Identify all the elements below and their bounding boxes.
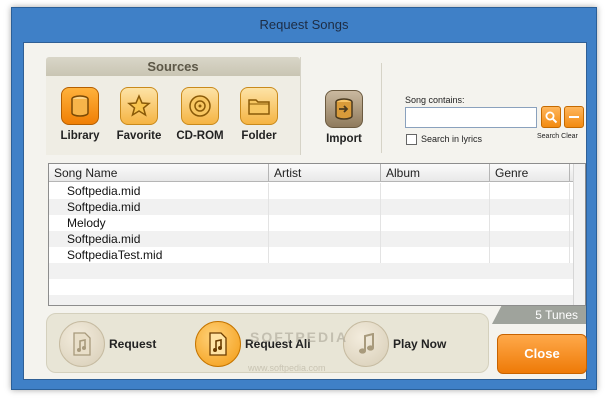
search-button[interactable] [541, 106, 561, 128]
source-folder-button[interactable]: Folder [232, 87, 286, 142]
close-button[interactable]: Close [497, 334, 587, 374]
source-library-button[interactable]: Library [53, 87, 107, 142]
table-row-empty [49, 263, 585, 279]
cell-genre [490, 247, 570, 263]
cell-album [381, 199, 490, 215]
cell-artist [269, 183, 381, 199]
cell-artist [269, 215, 381, 231]
table-row[interactable]: SoftpediaTest.mid [49, 247, 585, 263]
source-favorite-label: Favorite [116, 130, 162, 142]
cell-album [381, 215, 490, 231]
source-cdrom-button[interactable]: CD-ROM [173, 87, 227, 142]
cell-song-name: Softpedia.mid [49, 183, 269, 199]
source-favorite-button[interactable]: Favorite [112, 87, 166, 142]
song-search-input[interactable] [405, 107, 537, 128]
table-scrollbar[interactable] [573, 164, 585, 305]
table-row-empty [49, 279, 585, 295]
sources-body: Library Favorite CD-ROM Folder [46, 76, 300, 155]
cell-artist [269, 231, 381, 247]
import-button[interactable]: Import [314, 90, 374, 145]
search-label: Search [537, 133, 560, 140]
sources-panel: Sources Library Favorite CD-ROM Folder [46, 57, 300, 157]
source-cdrom-label: CD-ROM [176, 130, 224, 142]
cell-album [381, 231, 490, 247]
library-icon [61, 87, 99, 125]
song-contains-label: Song contains: [405, 95, 465, 105]
cell-album [381, 183, 490, 199]
window-title: Request Songs [259, 17, 349, 32]
music-note-icon [343, 321, 389, 367]
cell-album [381, 247, 490, 263]
source-library-label: Library [60, 130, 100, 142]
request-all-icon [195, 321, 241, 367]
request-button[interactable]: Request [59, 320, 156, 368]
cell-genre [490, 215, 570, 231]
column-genre[interactable]: Genre [490, 164, 570, 182]
cell-song-name: Softpedia.mid [49, 199, 269, 215]
search-in-lyrics-checkbox[interactable] [406, 134, 417, 145]
star-icon [120, 87, 158, 125]
table-body: Softpedia.mid Softpedia.mid Melody Softp… [49, 183, 585, 305]
table-header: Song Name Artist Album Genre [49, 164, 585, 182]
column-album[interactable]: Album [381, 164, 490, 182]
import-label: Import [326, 133, 362, 145]
column-artist[interactable]: Artist [269, 164, 381, 182]
cell-song-name: Melody [49, 215, 269, 231]
cell-song-name: Softpedia.mid [49, 231, 269, 247]
table-row[interactable]: Softpedia.mid [49, 199, 585, 215]
minus-icon [569, 116, 579, 118]
cell-genre [490, 231, 570, 247]
table-row-empty [49, 295, 585, 305]
search-clear-labels: Search Clear [537, 133, 578, 140]
search-icon [545, 111, 557, 123]
table-row[interactable]: Softpedia.mid [49, 183, 585, 199]
request-songs-window: Request Songs Sources Library Favorite C… [11, 7, 597, 390]
sources-separator [300, 57, 301, 155]
table-row[interactable]: Melody [49, 215, 585, 231]
folder-icon [240, 87, 278, 125]
import-icon [325, 90, 363, 128]
clear-label: Clear [561, 133, 578, 140]
play-now-button[interactable]: Play Now [343, 320, 446, 368]
cell-artist [269, 247, 381, 263]
softpedia-watermark: SOFTPEDIA [250, 329, 349, 345]
cell-genre [490, 183, 570, 199]
cell-artist [269, 199, 381, 215]
dialog-client: Sources Library Favorite CD-ROM Folder I… [23, 42, 587, 380]
tunes-count-badge: 5 Tunes [492, 306, 586, 324]
clear-button[interactable] [564, 106, 584, 128]
search-in-lyrics-label: Search in lyrics [421, 134, 483, 144]
request-label: Request [109, 337, 157, 351]
cell-song-name: SoftpediaTest.mid [49, 247, 269, 263]
source-folder-label: Folder [241, 130, 277, 142]
cell-genre [490, 199, 570, 215]
table-row[interactable]: Softpedia.mid [49, 231, 585, 247]
search-separator [381, 63, 382, 153]
request-icon [59, 321, 105, 367]
play-now-label: Play Now [393, 337, 447, 351]
songs-table: Song Name Artist Album Genre Softpedia.m… [48, 163, 586, 306]
sources-header: Sources [46, 57, 300, 76]
cdrom-icon [181, 87, 219, 125]
column-song-name[interactable]: Song Name [49, 164, 269, 182]
softpedia-url-watermark: www.softpedia.com [248, 363, 326, 373]
